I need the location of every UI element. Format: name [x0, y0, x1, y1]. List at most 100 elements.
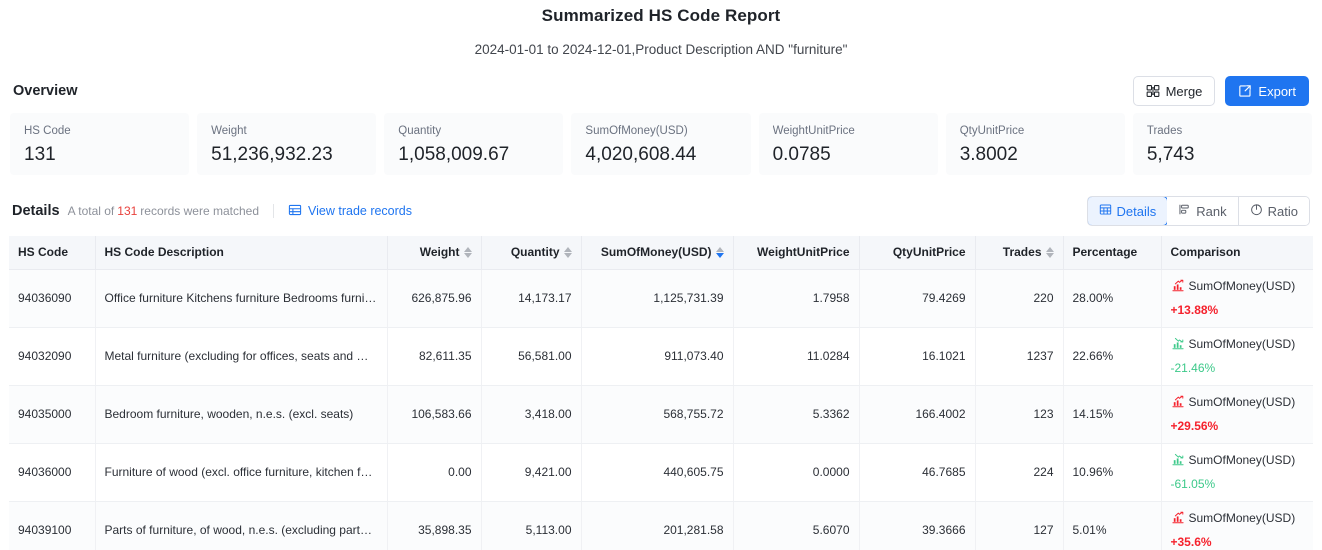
table-row[interactable]: 94039100 Parts of furniture, of wood, n.e…	[9, 501, 1313, 550]
table-header-row: HS Code HS Code Description Weight Quantity…	[9, 236, 1313, 270]
overview-bar: Overview Merge Export	[0, 76, 1322, 106]
cell-qty_unit_price: 16.1021	[859, 327, 976, 386]
view-mode-ratio[interactable]: Ratio	[1238, 197, 1309, 225]
records-icon	[288, 203, 302, 220]
overview-card-value: 131	[24, 144, 56, 165]
sort-quantity-icon[interactable]	[563, 246, 572, 258]
cell-weight: 35,898.35	[387, 501, 482, 550]
count-suffix: records were matched	[140, 204, 260, 218]
comparison-value: -21.46%	[1170, 360, 1216, 375]
cell-weight: 82,611.35	[387, 327, 482, 386]
divider	[273, 204, 275, 218]
trend-up-icon	[1171, 395, 1185, 414]
cell-sum_of_money: 440,605.75	[581, 443, 734, 502]
count-prefix: A total of	[67, 204, 115, 218]
report-page: Summarized HS Code Report 2024-01-01 to …	[0, 0, 1322, 550]
cell-percentage: 22.66%	[1063, 327, 1162, 386]
overview-label: Overview	[13, 83, 78, 99]
overview-actions: Merge Export	[1132, 76, 1309, 106]
overview-card: HS Code 131	[10, 113, 190, 175]
export-button[interactable]: Export	[1225, 76, 1309, 106]
cell-percentage: 14.15%	[1063, 385, 1162, 444]
cell-weight_unit_price: 0.0000	[733, 443, 860, 502]
table-row[interactable]: 94036090 Office furniture Kitchens furnit…	[9, 269, 1313, 328]
cell-comparison: SumOfMoney(USD) -21.46%	[1161, 327, 1313, 386]
overview-card-label: WeightUnitPrice	[772, 125, 855, 137]
cell-hs_code: 94032090	[9, 327, 96, 386]
table-row[interactable]: 94032090 Metal furniture (excluding for o…	[9, 327, 1313, 386]
comparison-label: SumOfMoney(USD)	[1188, 394, 1296, 409]
overview-card-value: 5,743	[1146, 144, 1195, 165]
table-body: 94036090 Office furniture Kitchens furnit…	[9, 269, 1313, 550]
comparison-value: +13.88%	[1170, 302, 1219, 317]
merge-button[interactable]: Merge	[1132, 76, 1216, 106]
sort-trades-icon[interactable]	[1045, 246, 1054, 258]
table-header-hs_code: HS Code	[9, 236, 96, 270]
table-head: HS Code HS Code Description Weight Quantity…	[9, 236, 1313, 270]
view-mode-segmented-control[interactable]: Details Rank Ratio	[1086, 196, 1310, 226]
merge-icon	[1146, 84, 1160, 98]
view-trade-records-link[interactable]: View trade records	[288, 203, 412, 220]
export-icon	[1238, 84, 1252, 98]
cell-description: Office furniture Kitchens furniture Bedr…	[95, 269, 388, 328]
cell-description: Metal furniture (excluding for offices, …	[95, 327, 388, 386]
view-mode-rank[interactable]: Rank	[1167, 197, 1239, 225]
sort-weight-icon[interactable]	[463, 246, 472, 258]
table-header-quantity[interactable]: Quantity	[481, 236, 582, 270]
comparison-label: SumOfMoney(USD)	[1188, 336, 1296, 351]
comparison-value: -61.05%	[1170, 476, 1216, 491]
cell-quantity: 5,113.00	[481, 501, 582, 550]
overview-card: Weight 51,236,932.23	[197, 113, 377, 175]
table-header-label: Quantity	[510, 245, 560, 260]
cell-percentage: 5.01%	[1063, 501, 1162, 550]
table-row[interactable]: 94036000 Furniture of wood (excl. office …	[9, 443, 1313, 502]
overview-card: Quantity 1,058,009.67	[384, 113, 564, 175]
overview-card-value: 51,236,932.23	[211, 144, 333, 165]
table-header-description: HS Code Description	[95, 236, 388, 270]
table-header-sum_of_money[interactable]: SumOfMoney(USD)	[581, 236, 734, 270]
cell-sum_of_money: 911,073.40	[581, 327, 734, 386]
view-mode-label: Ratio	[1267, 203, 1298, 219]
comparison-label: SumOfMoney(USD)	[1188, 510, 1296, 525]
details-title: Details	[12, 203, 60, 219]
view-trade-records-label: View trade records	[308, 204, 413, 218]
cell-hs_code: 94039100	[9, 501, 96, 550]
overview-card: SumOfMoney(USD) 4,020,608.44	[571, 113, 751, 175]
table-header-label: QtyUnitPrice	[892, 245, 966, 260]
overview-card: QtyUnitPrice 3.8002	[945, 113, 1125, 175]
table-header-label: HS Code	[18, 245, 69, 260]
grid-icon	[1099, 203, 1112, 219]
cell-description: Bedroom furniture, wooden, n.e.s. (excl.…	[95, 385, 388, 444]
table-header-trades[interactable]: Trades	[975, 236, 1064, 270]
details-table: HS Code HS Code Description Weight Quantity…	[9, 236, 1313, 550]
sort-sum_of_money-icon[interactable]	[715, 246, 724, 258]
cell-trades: 224	[975, 443, 1064, 502]
overview-card-label: Trades	[1146, 125, 1183, 137]
cell-qty_unit_price: 79.4269	[859, 269, 976, 328]
cell-description: Parts of furniture, of wood, n.e.s. (exc…	[95, 501, 388, 550]
table-header-weight[interactable]: Weight	[387, 236, 482, 270]
cell-qty_unit_price: 46.7685	[859, 443, 976, 502]
cell-hs_code: 94035000	[9, 385, 96, 444]
view-mode-label: Rank	[1196, 203, 1227, 219]
cell-percentage: 28.00%	[1063, 269, 1162, 328]
table-header-weight_unit_price: WeightUnitPrice	[733, 236, 860, 270]
details-table-wrapper: HS Code HS Code Description Weight Quantity…	[0, 236, 1322, 550]
cell-percentage: 10.96%	[1063, 443, 1162, 502]
cell-quantity: 9,421.00	[481, 443, 582, 502]
export-button-label: Export	[1258, 83, 1296, 99]
page-subtitle: 2024-01-01 to 2024-12-01,Product Descrip…	[474, 42, 848, 57]
overview-card-value: 1,058,009.67	[398, 144, 510, 165]
overview-card-value: 0.0785	[772, 144, 831, 165]
table-row[interactable]: 94035000 Bedroom furniture, wooden, n.e.s…	[9, 385, 1313, 444]
table-header-label: Comparison	[1170, 245, 1241, 260]
overview-card-label: SumOfMoney(USD)	[585, 125, 688, 137]
view-mode-details[interactable]: Details	[1087, 197, 1169, 225]
table-header-label: Trades	[1002, 245, 1042, 260]
cell-qty_unit_price: 166.4002	[859, 385, 976, 444]
table-header-label: SumOfMoney(USD)	[600, 245, 712, 260]
cell-weight_unit_price: 1.7958	[733, 269, 860, 328]
comparison-label: SumOfMoney(USD)	[1188, 452, 1296, 467]
cell-sum_of_money: 568,755.72	[581, 385, 734, 444]
cell-comparison: SumOfMoney(USD) +29.56%	[1161, 385, 1313, 444]
